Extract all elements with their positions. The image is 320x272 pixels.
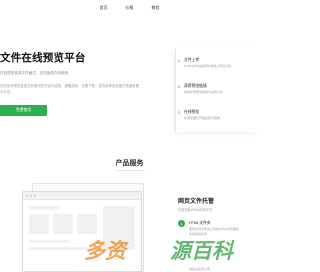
mockup-titlebar — [23, 192, 141, 200]
free-use-button[interactable]: 免费使用 — [0, 105, 47, 116]
nav-pricing[interactable]: 价格 — [124, 0, 136, 16]
mockup-block — [29, 214, 49, 234]
svg-text:源百科: 源百科 — [170, 239, 235, 261]
mockup-block — [53, 214, 73, 234]
feature-step-3: 3 在线预览 在浏览器打开链接即可查看 — [178, 108, 259, 128]
step-desc: 获得文件预览链接可在线分享 — [184, 90, 224, 94]
hosting-item-desc-2: 支持在线访问 — [189, 232, 208, 236]
watermark-logo: 多资 源百科 — [84, 239, 256, 261]
page: 首页 价格 教程 文件在线预览平台 在线预览各类文件格式，支持免费在线使用 在线… — [0, 0, 259, 272]
step-desc: HTML文件在线托管支持上传及访问 — [184, 64, 232, 68]
step-number: 2 — [178, 85, 180, 89]
nav-home[interactable]: 首页 — [98, 0, 110, 16]
window-dot-icon — [26, 195, 28, 197]
step-title: 获得预览链接 — [184, 84, 207, 88]
window-dot-icon — [34, 195, 36, 197]
feature-step-1: 1 文件上传 HTML文件在线托管支持上传及访问 — [178, 56, 259, 76]
step-desc: 在浏览器打开链接即可查看 — [184, 116, 221, 120]
mockup-block — [29, 206, 59, 210]
hosting-title: 网页文件托管 — [178, 199, 215, 205]
step-number: 3 — [178, 111, 180, 115]
mockup-block — [77, 214, 97, 234]
hosting-item-desc: 使用支持文件夹上传的HTML托管服务 — [189, 227, 240, 231]
hero-subtitle: 在线预览各类文件格式，支持免费在线使用 — [0, 71, 69, 75]
step-title: 文件上传 — [184, 58, 200, 62]
step-title: 在线预览 — [184, 110, 200, 114]
window-dot-icon — [30, 195, 32, 197]
feature-steps-card: 1 文件上传 HTML文件在线托管支持上传及访问 2 获得预览链接 获得文件预览… — [175, 48, 259, 132]
feature-step-2: 2 获得预览链接 获得文件预览链接可在线分享 — [178, 82, 259, 102]
hosting-item-title: HTML文件夹 — [189, 221, 211, 225]
hosting-subtitle: 在线托管HTML网页文件 — [178, 208, 213, 212]
nav-tutorial[interactable]: 教程 — [150, 0, 162, 16]
svg-text:多资: 多资 — [84, 239, 129, 261]
step-number: 1 — [178, 59, 180, 63]
top-nav: 首页 价格 教程 — [0, 0, 259, 16]
hosting-item-desc-2: 将站点在线上传 — [189, 267, 211, 271]
section-divider — [114, 170, 145, 171]
hero-title: 文件在线预览平台 — [0, 52, 86, 64]
products-section-title: 产品服务 — [115, 160, 144, 167]
mockup-block — [29, 247, 89, 250]
watermark-logo-icon: 多资 源百科 — [84, 239, 235, 261]
mockup-block — [29, 240, 69, 243]
step-badge: 1 — [178, 220, 185, 227]
hero-description: 在线实时预览各类文件格式的内容与结构，便捷高效，无需下载，支持多种常见格式快速查… — [0, 84, 140, 94]
